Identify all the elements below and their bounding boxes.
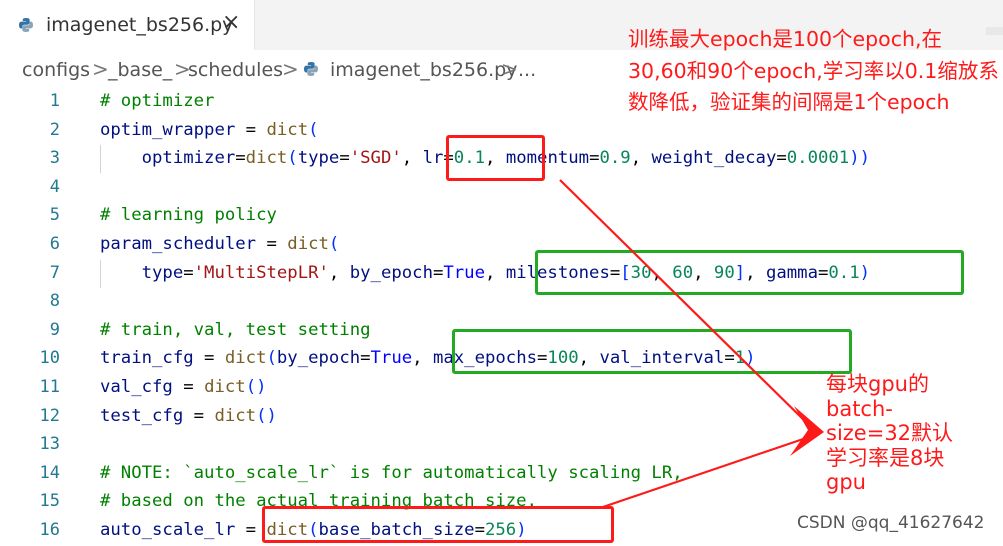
schedule-note: 训练最大epoch是100个epoch,在30,60和90个epoch,学习率以… [628, 27, 999, 114]
watermark: CSDN @qq_41627642 [797, 513, 985, 533]
note-line: 学习率是8块 [826, 445, 945, 470]
arrow-head [790, 406, 824, 456]
note-line: gpu [826, 470, 866, 494]
note-line: size=32默认 [826, 421, 954, 445]
arrow-line [599, 434, 813, 510]
arrow-line [559, 179, 813, 429]
note-line: 每块gpu的 [826, 372, 929, 396]
note-line: batch- [826, 396, 893, 421]
batch-size-note: 每块gpu的 batch- size=32默认 学习率是8块 gpu [826, 372, 976, 495]
